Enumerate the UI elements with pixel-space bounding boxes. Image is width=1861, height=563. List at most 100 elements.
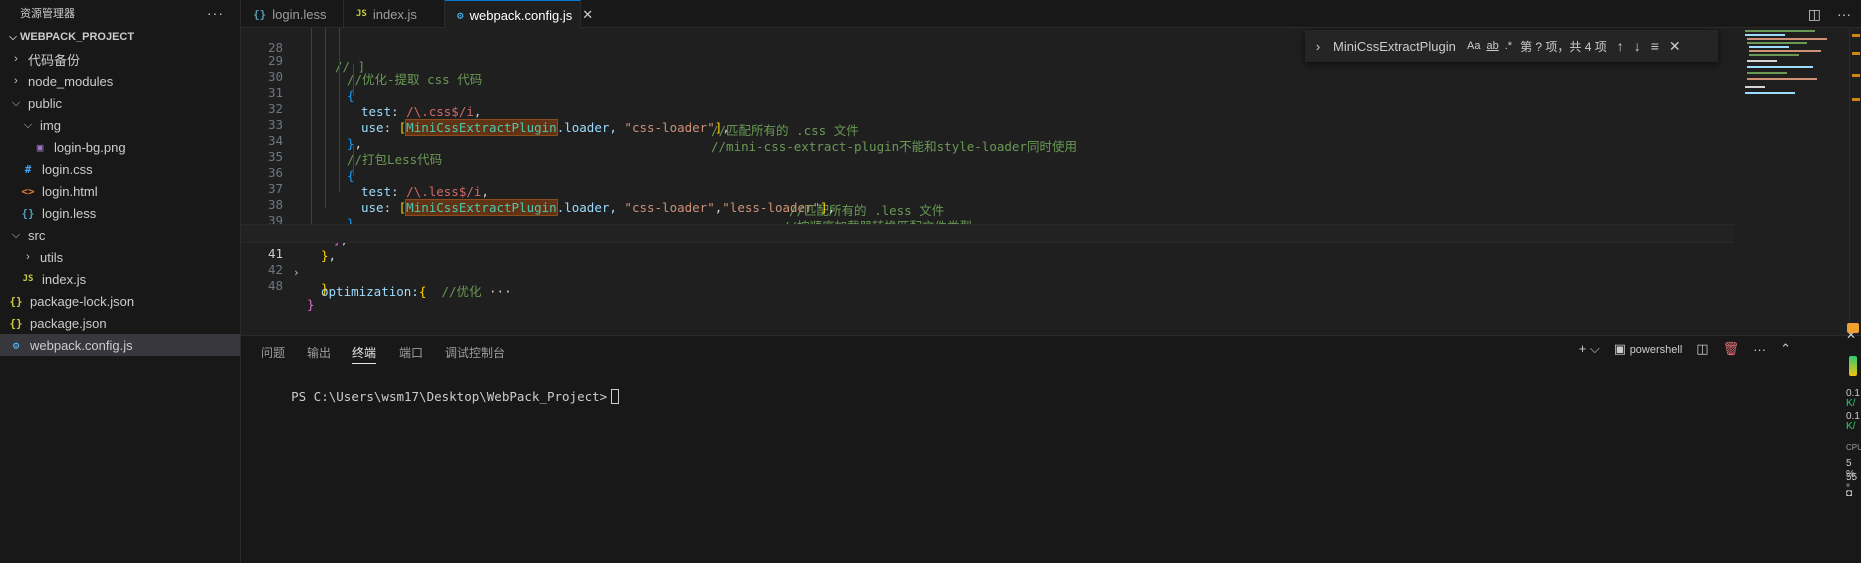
net-unit: K/: [1846, 421, 1856, 432]
find-input[interactable]: MiniCssExtractPlugin: [1333, 39, 1461, 54]
split-editor-icon[interactable]: ◫: [1808, 6, 1821, 23]
tree-file[interactable]: # login.css: [0, 158, 240, 180]
js-file-icon: JS: [356, 9, 367, 19]
bottom-panel: 问题 输出 终端 端口 调试控制台 + ⌵ ▣ powershell ◫ 🗑 ·…: [241, 323, 1861, 563]
line-number: 48: [267, 278, 283, 293]
tree-file[interactable]: {} package.json: [0, 312, 240, 334]
terminal-shell[interactable]: ▣ powershell: [1614, 341, 1683, 357]
shell-name: powershell: [1629, 344, 1683, 356]
more-actions-icon[interactable]: ···: [207, 5, 224, 21]
tree-item-label: package-lock.json: [30, 293, 135, 309]
html-file-icon: <>: [21, 184, 35, 198]
camera-icon[interactable]: ◘: [1846, 488, 1852, 499]
tab-label: login.less: [272, 6, 327, 22]
tree-item-label: webpack.config.js: [30, 337, 133, 353]
chevron-right-icon: ›: [14, 75, 18, 87]
tab-output[interactable]: 输出: [307, 344, 331, 364]
tree-item-label: img: [40, 117, 61, 133]
editor-tabbar: {} login.less JS index.js ⚙ webpack.conf…: [241, 0, 1861, 29]
tree-file[interactable]: JS index.js: [0, 268, 240, 290]
code-line: 48 }: [241, 257, 1734, 312]
chevron-right-icon: ›: [26, 251, 30, 263]
explorer-title: 资源管理器: [20, 8, 75, 20]
tree-folder[interactable]: ⌵ img: [0, 114, 240, 136]
chevron-right-icon[interactable]: ›: [1309, 39, 1327, 54]
arrow-up-icon[interactable]: ↑: [1617, 38, 1624, 54]
config-file-icon: ⚙: [457, 8, 464, 22]
chevron-down-icon: ⌵: [11, 96, 21, 109]
tree-item-label: login.html: [42, 183, 98, 199]
regex-toggle[interactable]: .*: [1505, 40, 1512, 52]
image-file-icon: ▣: [36, 140, 44, 154]
indent-guide: [339, 28, 340, 192]
minimap[interactable]: [1743, 28, 1861, 335]
project-name: WEBPACK_PROJECT: [20, 31, 135, 43]
tree-item-label: login-bg.png: [54, 139, 126, 155]
tree-folder[interactable]: ⌵ src: [0, 224, 240, 246]
net-unit: K/: [1846, 398, 1856, 409]
project-root[interactable]: ⌵ WEBPACK_PROJECT: [0, 26, 240, 48]
config-file-icon: ⚙: [12, 338, 20, 352]
tab-index-js[interactable]: JS index.js: [344, 0, 445, 28]
code-editor[interactable]: 28 // ] 29 //优化-提取 css 代码 30 { 31 test: …: [241, 28, 1734, 335]
tree-item-label: utils: [40, 249, 64, 265]
editor-scrollbar[interactable]: [1849, 28, 1861, 335]
indent-guide: [311, 28, 312, 224]
explorer-sidebar: 资源管理器 ··· ⌵ WEBPACK_PROJECT › 代码备份 › node_m…: [0, 0, 241, 563]
find-in-selection-icon[interactable]: ≡: [1651, 38, 1659, 54]
tree-folder[interactable]: ⌵ public: [0, 92, 240, 114]
tree-item-label: src: [28, 227, 46, 243]
find-widget: › MiniCssExtractPlugin Aa ab .* 第 ? 项，共 …: [1305, 30, 1718, 62]
tab-problems[interactable]: 问题: [261, 344, 285, 364]
tab-ports[interactable]: 端口: [399, 344, 423, 364]
chevron-down-icon: ⌵: [11, 228, 21, 241]
less-file-icon: {}: [21, 206, 35, 220]
tree-item-label: index.js: [42, 271, 87, 287]
trash-icon[interactable]: 🗑: [1723, 341, 1740, 357]
notification-badge: [1847, 323, 1859, 333]
find-result-count: 第 ? 项，共 4 项: [1520, 39, 1607, 54]
json-file-icon: {}: [9, 316, 23, 330]
terminal-cursor: [611, 389, 620, 404]
tree-item-label: login.css: [42, 161, 93, 177]
tab-debug-console[interactable]: 调试控制台: [445, 344, 505, 364]
match-word-toggle[interactable]: ab: [1486, 40, 1498, 52]
tree-folder[interactable]: › node_modules: [0, 70, 240, 92]
more-actions-icon[interactable]: ···: [1753, 342, 1766, 357]
close-icon[interactable]: ✕: [1669, 38, 1681, 55]
more-actions-icon[interactable]: ···: [1837, 6, 1851, 22]
split-terminal-icon[interactable]: ◫: [1696, 341, 1708, 357]
tab-webpack-config[interactable]: ⚙ webpack.config.js ✕: [445, 0, 593, 29]
tab-label: webpack.config.js: [469, 7, 573, 23]
arrow-down-icon[interactable]: ↓: [1634, 38, 1641, 54]
tree-file[interactable]: {} login.less: [0, 202, 240, 224]
tab-login-less[interactable]: {} login.less: [241, 0, 344, 28]
tab-label: index.js: [372, 6, 417, 22]
tree-file[interactable]: <> login.html: [0, 180, 240, 202]
folded-ellipsis[interactable]: ···: [489, 284, 512, 299]
chevron-down-icon: ⌵: [9, 31, 17, 43]
add-terminal-icon[interactable]: + ⌵: [1579, 341, 1600, 357]
chevron-up-icon[interactable]: ⌃: [1780, 341, 1791, 357]
css-file-icon: #: [24, 162, 32, 176]
code-comment: //优化: [441, 284, 482, 299]
tree-file[interactable]: ▣ login-bg.png: [0, 136, 240, 158]
indent-guide: [353, 144, 354, 176]
tree-item-label: public: [28, 95, 62, 111]
json-file-icon: {}: [9, 294, 23, 308]
terminal-output[interactable]: PS C:\Users\wsm17\Desktop\WebPack_Projec…: [261, 374, 620, 419]
tab-terminal[interactable]: 终端: [352, 344, 377, 364]
tree-item-label: login.less: [42, 205, 97, 221]
tree-file[interactable]: ⚙ webpack.config.js: [0, 334, 240, 356]
tree-file[interactable]: {} package-lock.json: [0, 290, 240, 312]
panel-actions: + ⌵ ▣ powershell ◫ 🗑 ··· ⌃: [1579, 341, 1791, 357]
match-case-toggle[interactable]: Aa: [1467, 40, 1480, 52]
cpu-label: CPU: [1846, 443, 1861, 452]
indent-guide: [353, 64, 354, 96]
tab-actions: ◫ ···: [1808, 0, 1851, 28]
explorer-header: 资源管理器 ···: [0, 0, 240, 26]
close-tab-icon[interactable]: ✕: [582, 7, 593, 23]
tree-folder[interactable]: › utils: [0, 246, 240, 268]
chevron-right-icon: ›: [14, 53, 18, 65]
tree-folder[interactable]: › 代码备份: [0, 48, 240, 70]
